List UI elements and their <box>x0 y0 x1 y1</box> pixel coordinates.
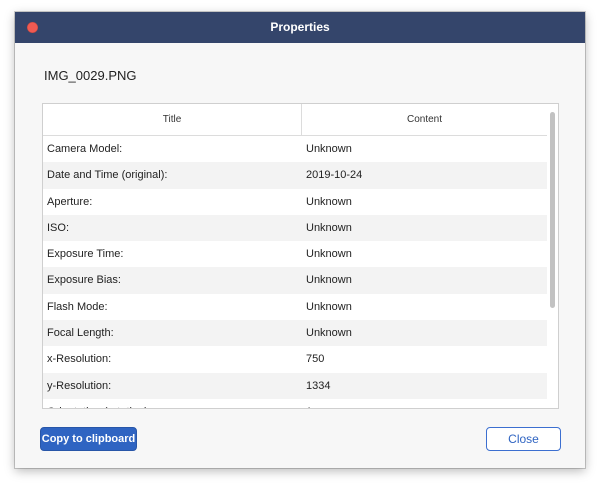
file-name-label: IMG_0029.PNG <box>44 68 137 83</box>
column-header-content[interactable]: Content <box>302 104 547 135</box>
row-content: 2019-10-24 <box>306 169 363 182</box>
table-body: Camera Model: Unknown Date and Time (ori… <box>43 136 547 408</box>
table-row[interactable]: Exposure Time: Unknown <box>43 241 547 268</box>
row-content: Unknown <box>306 248 352 261</box>
table-row[interactable]: Aperture: Unknown <box>43 188 547 215</box>
row-title: Focal Length: <box>47 327 114 340</box>
table-row[interactable]: y-Resolution: 1334 <box>43 372 547 399</box>
window-title: Properties <box>270 20 330 34</box>
column-header-title[interactable]: Title <box>43 104 302 135</box>
row-title: Aperture: <box>47 195 93 208</box>
row-content: 1 <box>306 399 312 408</box>
table-row[interactable]: Camera Model: Unknown <box>43 136 547 163</box>
row-title: y-Resolution: <box>47 379 112 392</box>
row-content: Unknown <box>306 143 352 155</box>
row-content: Unknown <box>306 274 352 287</box>
properties-window: Properties IMG_0029.PNG Title Content Ca… <box>15 12 585 468</box>
table-scrollbar[interactable] <box>548 104 558 408</box>
table-row[interactable]: x-Resolution: 750 <box>43 346 547 373</box>
table-header: Title Content <box>43 104 547 136</box>
row-title: x-Resolution: <box>47 353 112 366</box>
table-row[interactable]: Orientation (rotation): 1 <box>43 398 547 408</box>
copy-to-clipboard-button[interactable]: Copy to clipboard <box>40 427 137 451</box>
row-title: Exposure Time: <box>47 248 124 261</box>
scrollbar-thumb[interactable] <box>550 112 555 308</box>
table-row[interactable]: Focal Length: Unknown <box>43 320 547 347</box>
row-title: ISO: <box>47 221 70 234</box>
table-row[interactable]: Flash Mode: Unknown <box>43 293 547 321</box>
row-title: Orientation (rotation): <box>47 399 151 408</box>
row-content: Unknown <box>306 327 352 340</box>
table-row[interactable]: Exposure Bias: Unknown <box>43 267 547 294</box>
title-bar[interactable]: Properties <box>15 12 585 43</box>
row-title: Exposure Bias: <box>47 274 121 287</box>
row-content: Unknown <box>306 300 352 313</box>
row-title: Flash Mode: <box>47 300 108 313</box>
row-content: Unknown <box>306 221 352 234</box>
row-content: 1334 <box>306 379 331 392</box>
properties-table: Title Content Camera Model: Unknown Date… <box>42 103 559 409</box>
table-row[interactable]: Date and Time (original): 2019-10-24 <box>43 162 547 189</box>
close-button[interactable]: Close <box>486 427 561 451</box>
row-content: Unknown <box>306 195 352 208</box>
row-title: Date and Time (original): <box>47 169 168 182</box>
row-title: Camera Model: <box>47 143 123 155</box>
row-content: 750 <box>306 353 325 366</box>
table-row[interactable]: ISO: Unknown <box>43 214 547 242</box>
